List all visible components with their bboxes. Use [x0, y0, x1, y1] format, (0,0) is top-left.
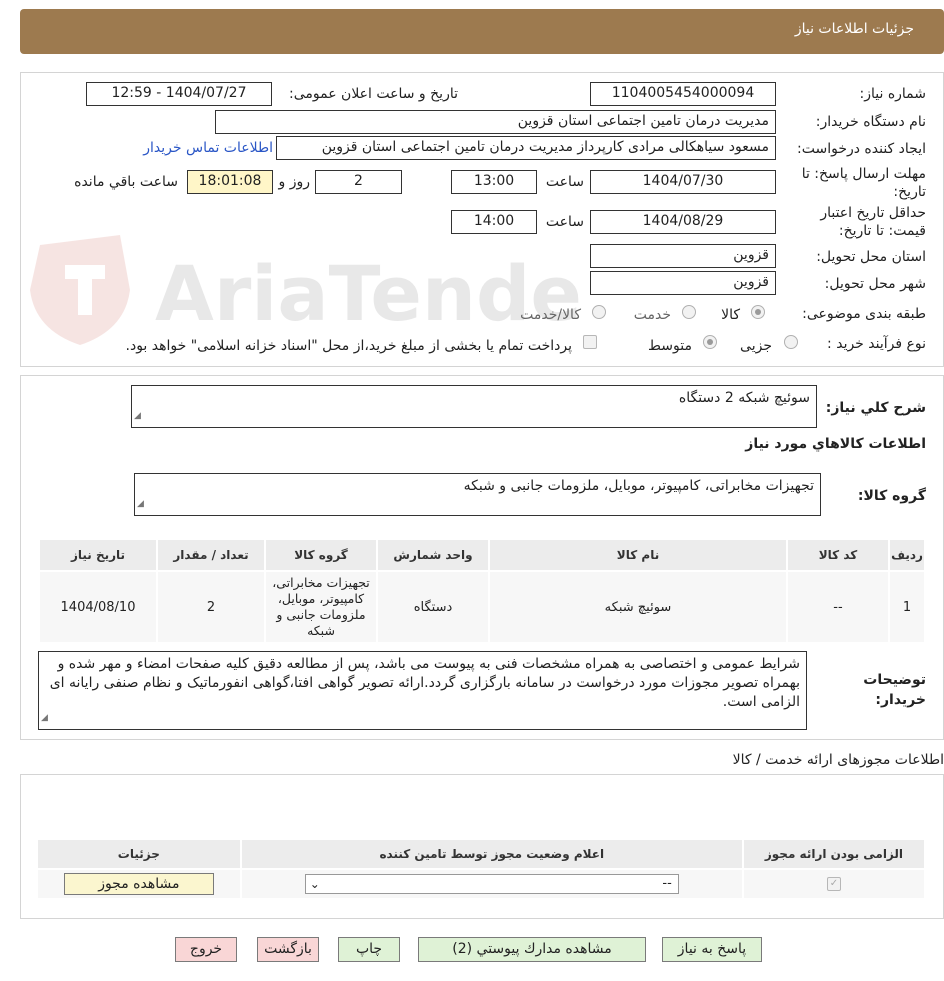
need-number-label: شماره نیاز: — [859, 86, 927, 102]
validity-label-line2: قیمت: تا تاریخ: — [838, 223, 926, 239]
remaining-days-label: روز و — [278, 174, 311, 190]
deadline-label-line2: تاریخ: — [893, 184, 926, 200]
announce-datetime-field: 1404/07/27 - 12:59 — [86, 82, 272, 106]
buyer-contact-link[interactable]: اطلاعات تماس خریدار — [143, 140, 273, 156]
validity-date-field: 1404/08/29 — [590, 210, 776, 234]
province-field: قزوین — [590, 244, 776, 268]
buyer-notes-field[interactable]: شرایط عمومی و اختصاصی به همراه مشخصات فن… — [38, 651, 807, 730]
page-header: جزئیات اطلاعات نیاز — [20, 9, 944, 54]
permit-required-checkbox: ✓ — [826, 877, 841, 891]
process-label: نوع فرآیند خرید : — [827, 336, 926, 352]
permit-details-header: جزئیات — [36, 838, 242, 870]
treasury-payment-label: پرداخت تمام یا بخشی از مبلغ خرید،از محل … — [125, 338, 572, 354]
view-attachments-button[interactable]: مشاهده مدارك پيوستي (2) — [418, 937, 646, 962]
col-row-header: رديف — [888, 538, 926, 572]
watermark-logo: AriaTender.neT — [20, 230, 795, 354]
permits-table: الزامی بودن ارائه مجوز اعلام وضعیت مجوز … — [36, 838, 927, 900]
process-small-label: جزیی — [740, 338, 772, 354]
category-label: طبقه بندی موضوعی: — [802, 306, 926, 322]
goods-group-text: تجهیزات مخابراتی، کامپیوتر، موبایل، ملزو… — [463, 478, 814, 494]
watermark-text: AriaTender.neT — [155, 249, 580, 338]
permit-details-cell: مشاهده مجوز — [36, 868, 242, 900]
general-desc-text: سوئیچ شبکه 2 دستگاه — [678, 390, 810, 406]
name-cell: سوئیچ شبکه — [488, 570, 788, 644]
resize-handle-icon[interactable]: ◢ — [137, 495, 144, 514]
col-date-header: تاریخ نیاز — [38, 538, 158, 572]
remaining-days-field: 2 — [315, 170, 402, 194]
category-goods-label: کالا — [721, 307, 740, 323]
category-goods-service-label: کالا/خدمت — [520, 307, 581, 323]
category-service-label: خدمت — [633, 307, 671, 323]
code-cell: -- — [786, 570, 890, 644]
reply-button[interactable]: پاسخ به نیاز — [662, 937, 762, 962]
province-label: استان محل تحویل: — [816, 249, 926, 265]
col-qty-header: تعداد / مقدار — [156, 538, 266, 572]
buyer-notes-label-line2: خریدار: — [875, 692, 926, 708]
exit-button[interactable]: خروج — [175, 937, 237, 962]
remaining-time-label: ساعت باقي مانده — [74, 174, 178, 190]
col-code-header: کد کالا — [786, 538, 890, 572]
general-desc-label: شرح کلي نياز: — [825, 400, 926, 416]
process-medium-radio[interactable] — [703, 335, 717, 349]
permit-status-header: اعلام وضعیت مجوز توسط تامین کننده — [239, 838, 744, 870]
resize-handle-icon[interactable]: ◢ — [41, 709, 48, 728]
table-row: 1 -- سوئیچ شبکه دستگاه تجهیزات مخابراتی،… — [38, 570, 926, 644]
group-cell: تجهیزات مخابراتی، کامپیوتر، موبایل، ملزو… — [264, 570, 378, 644]
validity-time-label: ساعت — [545, 214, 584, 230]
view-permit-button[interactable]: مشاهده مجوز — [63, 873, 214, 895]
process-small-radio[interactable] — [784, 335, 798, 349]
announce-datetime-label: تاریخ و ساعت اعلان عمومی: — [289, 86, 458, 102]
chevron-down-icon: ⌄ — [309, 877, 320, 891]
process-medium-label: متوسط — [648, 338, 692, 354]
general-desc-field[interactable]: سوئیچ شبکه 2 دستگاه ◢ — [131, 385, 817, 428]
goods-table: رديف کد کالا نام کالا واحد شمارش گروه کا… — [38, 538, 926, 644]
permit-required-cell: ✓ — [741, 868, 927, 900]
deadline-time-field: 13:00 — [451, 170, 537, 194]
table-row: ✓ ⌄ -- مشاهده مجوز — [36, 868, 927, 900]
permit-status-select[interactable]: ⌄ -- — [304, 874, 679, 894]
treasury-payment-checkbox[interactable] — [583, 335, 597, 349]
city-label: شهر محل تحویل: — [824, 276, 926, 292]
deadline-time-label: ساعت — [545, 174, 584, 190]
goods-group-label: گروه کالا: — [857, 488, 926, 504]
remaining-time-field: 18:01:08 — [187, 170, 273, 194]
category-service-radio[interactable] — [682, 305, 696, 319]
unit-cell: دستگاه — [376, 570, 490, 644]
goods-table-header: رديف کد کالا نام کالا واحد شمارش گروه کا… — [38, 538, 926, 572]
buyer-notes-text: شرایط عمومی و اختصاصی به همراه مشخصات فن… — [49, 656, 800, 710]
col-name-header: نام کالا — [488, 538, 788, 572]
permits-title: اطلاعات مجوزهای ارائه خدمت / کالا — [732, 752, 944, 768]
buyer-org-field: مدیریت درمان تامین اجتماعی استان قزوین — [215, 110, 776, 134]
col-group-header: گروه کالا — [264, 538, 378, 572]
category-goods-radio[interactable] — [751, 305, 765, 319]
goods-info-title: اطلاعات کالاهاي مورد نياز — [745, 436, 926, 452]
permit-status-cell: ⌄ -- — [239, 868, 744, 900]
goods-group-field[interactable]: تجهیزات مخابراتی، کامپیوتر، موبایل، ملزو… — [134, 473, 821, 516]
category-goods-service-radio[interactable] — [592, 305, 606, 319]
back-button[interactable]: بازگشت — [257, 937, 319, 962]
need-number-field: 1104005454000094 — [590, 82, 776, 106]
requester-field: مسعود سیاهکالی مرادی کارپرداز مدیریت درم… — [276, 136, 776, 160]
validity-label-line1: حداقل تاریخ اعتبار — [820, 205, 926, 221]
row-number-cell: 1 — [888, 570, 926, 644]
validity-time-field: 14:00 — [451, 210, 537, 234]
permit-required-header: الزامی بودن ارائه مجوز — [741, 838, 927, 870]
permits-table-header: الزامی بودن ارائه مجوز اعلام وضعیت مجوز … — [36, 838, 927, 870]
col-unit-header: واحد شمارش — [376, 538, 490, 572]
resize-handle-icon[interactable]: ◢ — [134, 407, 141, 426]
print-button[interactable]: چاپ — [338, 937, 400, 962]
requester-label: ایجاد کننده درخواست: — [797, 141, 926, 157]
buyer-org-label: نام دستگاه خریدار: — [815, 114, 926, 130]
city-field: قزوین — [590, 271, 776, 295]
qty-cell: 2 — [156, 570, 266, 644]
deadline-label-line1: مهلت ارسال پاسخ: تا — [801, 166, 926, 182]
deadline-date-field: 1404/07/30 — [590, 170, 776, 194]
permit-status-value: -- — [662, 876, 672, 891]
page-title: جزئیات اطلاعات نیاز — [794, 21, 914, 37]
date-cell: 1404/08/10 — [38, 570, 158, 644]
buyer-notes-label-line1: توضیحات — [863, 672, 926, 688]
